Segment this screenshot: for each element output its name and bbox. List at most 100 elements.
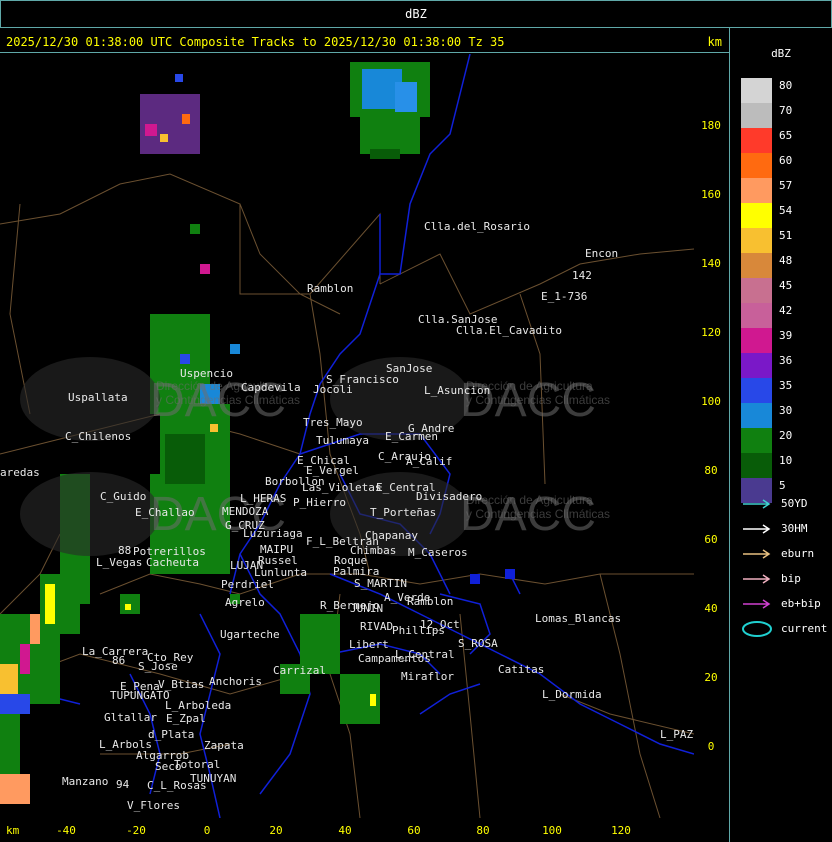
legend-swatch-label: 39 [779, 329, 793, 342]
place-label: Ramblon [407, 595, 453, 608]
place-label: Cacheuta [146, 556, 199, 569]
place-label: 142 [572, 269, 592, 282]
composite-title: 2025/12/30 01:38:00 UTC Composite Tracks… [6, 35, 505, 49]
place-label: S_Jose [138, 660, 178, 673]
legend-swatch [741, 428, 772, 453]
legend-swatch-label: 45 [779, 279, 793, 292]
place-label: 12_Oct [420, 618, 460, 631]
dbz-legend: dBZ 80 70 65 60 57 54 51 48 45 42 39 36 35 30 20 10 5 50… [731, 28, 831, 840]
place-label: P_Hierro [293, 496, 346, 509]
place-label: Capdevila [241, 381, 301, 394]
legend-track-50yd: 50YD [741, 494, 831, 512]
y-tick: 100 [701, 395, 721, 408]
place-label: Manzano [62, 775, 108, 788]
place-label: L_Arboleda [165, 699, 231, 712]
place-label: L_Asuncion [424, 384, 490, 397]
place-label: Lomas_Blancas [535, 612, 621, 625]
x-tick: 100 [542, 824, 562, 837]
place-label: L_HERAS [240, 492, 286, 505]
legend-track-label: eburn [781, 547, 815, 560]
legend-swatch [741, 228, 772, 253]
place-label: aredas [0, 466, 40, 479]
place-label: L_Vegas [96, 556, 142, 569]
legend-swatch [741, 378, 772, 403]
place-label: Tres_Mayo [303, 416, 363, 429]
y-tick: 180 [701, 119, 721, 132]
legend-track-eburn: eburn [741, 544, 831, 562]
place-label: A_Calif [406, 455, 452, 468]
legend-track-bip: bip [741, 569, 831, 587]
legend-swatch-label: 42 [779, 304, 793, 317]
place-label: Carrizal [273, 664, 326, 677]
place-label: 88 [118, 544, 131, 557]
track-arrow-icon [743, 599, 771, 609]
legend-swatch [741, 328, 772, 353]
place-label: 94 [116, 778, 130, 791]
title-separator [0, 52, 729, 53]
place-label: Perdriel [221, 578, 274, 591]
place-label: Las_Violetas [302, 481, 381, 494]
legend-separator [729, 27, 730, 842]
top-header-bar: dBZ [0, 0, 832, 28]
place-label: Encon [585, 247, 618, 260]
x-tick: -20 [126, 824, 146, 837]
y-tick: 140 [701, 257, 721, 270]
legend-swatch-label: 5 [779, 479, 786, 492]
place-label: JUNIN [350, 602, 383, 615]
y-axis: 180 160 140 120 100 80 60 40 20 0 [694, 54, 728, 818]
legend-swatch [741, 128, 772, 153]
radar-map-canvas: DACC DACC DACC DACC Dirección de Agricul… [0, 54, 694, 818]
place-label: Uspencio [180, 367, 233, 380]
legend-track-label: current [781, 622, 828, 635]
x-tick: 80 [476, 824, 490, 837]
legend-swatch-label: 65 [779, 129, 793, 142]
wm-line1-4: Dirección de Agricultura [466, 493, 593, 507]
legend-swatch-label: 35 [779, 379, 793, 392]
place-label: L_PAZ [660, 728, 693, 741]
legend-swatch [741, 253, 772, 278]
x-tick: -40 [56, 824, 76, 837]
legend-track-label: bip [781, 572, 801, 585]
legend-swatch-label: 51 [779, 229, 793, 242]
place-label: C_Chilenos [65, 430, 131, 443]
legend-swatch-label: 36 [779, 354, 793, 367]
place-label: Divisadero [416, 490, 482, 503]
place-label: Anchoris [209, 675, 262, 688]
place-label: RIVAD [360, 620, 393, 633]
place-label: M_Caseros [408, 546, 468, 559]
place-label: Totoral [174, 758, 220, 771]
x-tick: 60 [407, 824, 421, 837]
legend-track-eb-bip: eb+bip [741, 594, 831, 612]
legend-swatch [741, 303, 772, 328]
wm-line2-4: y Contingencias Climáticas [466, 507, 610, 521]
y-tick: 80 [704, 464, 718, 477]
place-label: Gltallar [104, 711, 157, 724]
place-label: Clla.El_Cavadito [456, 324, 562, 337]
header-unit-label: dBZ [405, 7, 427, 21]
legend-track-30hm: 30HM [741, 519, 831, 537]
place-label: E_Zpal [166, 712, 206, 725]
legend-swatch-label: 54 [779, 204, 793, 217]
legend-swatch [741, 353, 772, 378]
place-label: Ramblon [307, 282, 353, 295]
y-tick: 60 [704, 533, 718, 546]
place-label: d_Plata [148, 728, 194, 741]
x-tick: 40 [338, 824, 352, 837]
legend-swatch [741, 403, 772, 428]
track-arrow-icon [743, 574, 771, 584]
radar-map[interactable]: DACC DACC DACC DACC Dirección de Agricul… [0, 54, 694, 818]
legend-swatch [741, 153, 772, 178]
legend-swatch [741, 453, 772, 478]
place-label: MENDOZA [222, 505, 269, 518]
place-label: Tulumaya [316, 434, 369, 447]
x-axis: km -40 -20 0 20 40 60 80 100 120 [0, 818, 728, 840]
title-unit: km [707, 35, 722, 49]
legend-swatch-label: 10 [779, 454, 793, 467]
y-tick: 40 [704, 602, 718, 615]
place-label: Libert [349, 638, 389, 651]
legend-swatch-label: 48 [779, 254, 793, 267]
y-tick: 20 [704, 671, 718, 684]
y-tick: 0 [707, 740, 715, 753]
legend-swatch-label: 30 [779, 404, 793, 417]
track-arrow-icon [743, 524, 771, 534]
